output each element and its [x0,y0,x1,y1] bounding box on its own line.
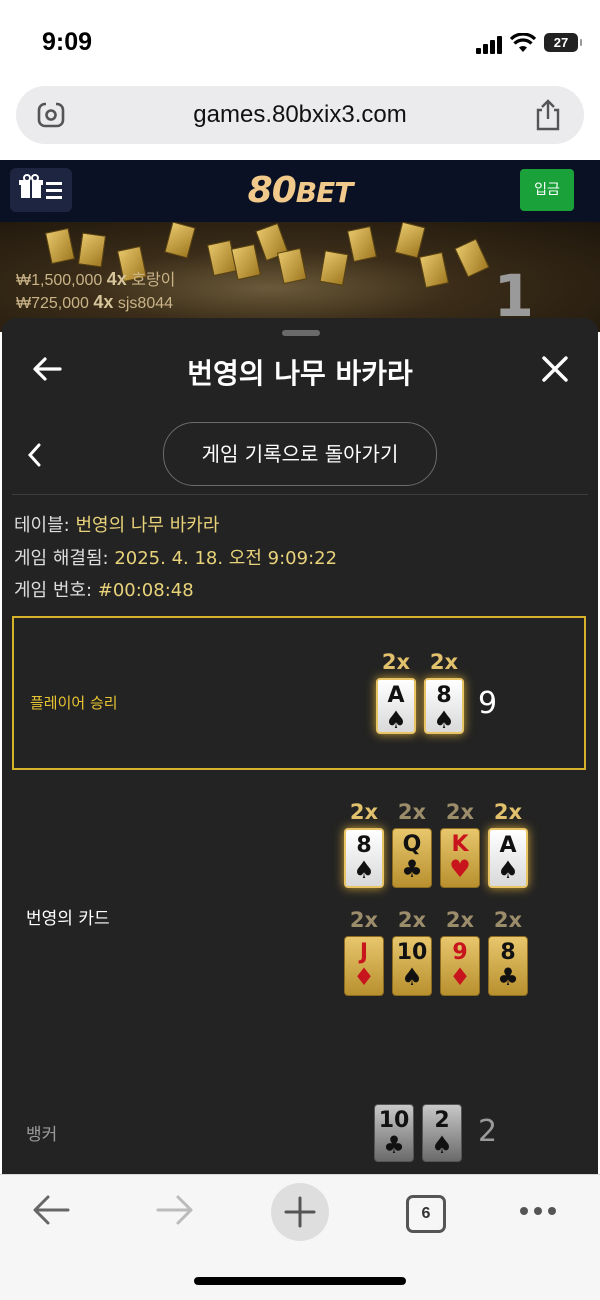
signal-icon [476,36,502,54]
card-suit: ♣ [401,855,423,883]
info-game-number: 게임 번호: #00:08:48 [14,576,194,602]
player-win-box: 플레이어 승리 2x 2x A ♠ 8 ♠ 9 [12,616,586,770]
card-rank: 8 [356,833,372,858]
card-suit: ♠ [433,706,455,734]
url-text[interactable]: games.80bxix3.com [16,101,584,129]
player-card: 8 ♠ [424,678,464,734]
card-suit: ♠ [497,856,519,884]
banker-label: 뱅커 [26,1125,58,1145]
site-logo[interactable]: 80BET [0,170,600,211]
card-suit: ♦ [353,963,375,991]
win-user: 호랑이 [131,272,176,289]
site-header: 80BET 입금 [0,160,600,222]
status-time: 9:09 [42,28,93,56]
win-mult: 4x [106,269,127,289]
back-to-history-button[interactable]: 게임 기록으로 돌아가기 [163,422,437,486]
lucky-card: 8 ♠ [344,828,384,888]
new-tab-button[interactable] [271,1183,329,1241]
card-multiplier: 2x [445,908,475,932]
card-suit: ♠ [385,706,407,734]
close-icon[interactable] [542,356,568,382]
banker-card: 2 ♠ [422,1104,462,1162]
recent-win-2: ₩725,000 4x sjs8044 [16,292,173,313]
recent-win-1: ₩1,500,000 4x 호랑이 [16,266,175,290]
info-value: #00:08:48 [97,580,194,601]
info-resolved: 게임 해결됨: 2025. 4. 18. 오전 9:09:22 [14,544,337,570]
card-rank: 2 [434,1108,450,1133]
card-suit: ♣ [497,963,519,991]
card-multiplier: 2x [429,650,459,674]
card-rank: J [359,940,369,965]
win-amount: ₩1,500,000 [16,272,103,289]
card-suit: ♠ [401,963,423,991]
share-icon[interactable] [534,98,562,132]
modal-title: 번영의 나무 바카라 [187,357,413,390]
lucky-card: 10 ♠ [392,936,432,996]
url-bar[interactable]: games.80bxix3.com [16,86,584,144]
card-rank: 10 [378,1108,410,1133]
home-indicator [194,1277,406,1285]
card-multiplier: 2x [381,650,411,674]
lucky-card: Q ♣ [392,828,432,888]
info-table: 테이블: 번영의 나무 바카라 [14,511,219,537]
card-suit: ♥ [449,855,471,883]
divider [12,494,588,495]
wifi-icon [510,33,536,52]
browser-back-icon[interactable] [32,1193,70,1227]
card-suit: ♠ [431,1131,453,1159]
drag-handle[interactable] [282,330,320,336]
plus-icon [284,1196,316,1228]
info-label: 게임 해결됨: [14,548,115,569]
info-value: 번영의 나무 바카라 [75,515,220,536]
status-bar: 9:09 27 [0,0,600,78]
info-label: 게임 번호: [14,580,98,601]
more-icon[interactable] [518,1205,558,1217]
player-label: 플레이어 승리 [30,694,118,712]
info-label: 테이블: [14,515,76,536]
card-suit: ♣ [383,1131,405,1159]
lucky-card: 8 ♣ [488,936,528,996]
card-rank: Q [402,832,422,857]
card-suit: ♠ [353,856,375,884]
card-multiplier: 2x [397,908,427,932]
card-multiplier: 2x [445,800,475,824]
info-value: 2025. 4. 18. 오전 9:09:22 [114,548,338,569]
card-multiplier: 2x [349,800,379,824]
battery-icon: 27 [544,33,582,52]
banker-total: 2 [478,1114,498,1149]
browser-forward-icon[interactable] [156,1193,194,1227]
card-multiplier: 2x [397,800,427,824]
card-rank: A [387,683,405,708]
card-rank: 8 [436,683,452,708]
card-rank: A [499,833,517,858]
deposit-button[interactable]: 입금 [520,169,574,211]
card-rank: 9 [452,940,468,965]
card-multiplier: 2x [493,800,523,824]
lucky-card: A ♠ [488,828,528,888]
player-total: 9 [478,686,498,721]
card-rank: K [451,832,469,857]
banker-card: 10 ♣ [374,1104,414,1162]
game-banner: ₩1,500,000 4x 호랑이 ₩725,000 4x sjs8044 1 [0,222,600,332]
lucky-cards-label: 번영의 카드 [26,909,110,929]
lucky-card: K ♥ [440,828,480,888]
card-rank: 10 [396,940,428,965]
card-multiplier: 2x [493,908,523,932]
win-user: sjs8044 [117,295,174,312]
player-card: A ♠ [376,678,416,734]
card-suit: ♦ [449,963,471,991]
chevron-left-icon[interactable] [26,442,42,468]
lucky-card: 9 ♦ [440,936,480,996]
win-mult: 4x [93,292,114,312]
card-rank: 8 [500,940,516,965]
tab-count-button[interactable]: 6 [406,1195,446,1233]
game-detail-modal: 번영의 나무 바카라 게임 기록으로 돌아가기 테이블: 번영의 나무 바카라 … [2,318,598,1178]
card-multiplier: 2x [349,908,379,932]
win-amount: ₩725,000 [16,295,89,312]
logo-main: 80 [247,170,297,211]
lucky-card: J ♦ [344,936,384,996]
logo-sub: BET [295,176,354,209]
